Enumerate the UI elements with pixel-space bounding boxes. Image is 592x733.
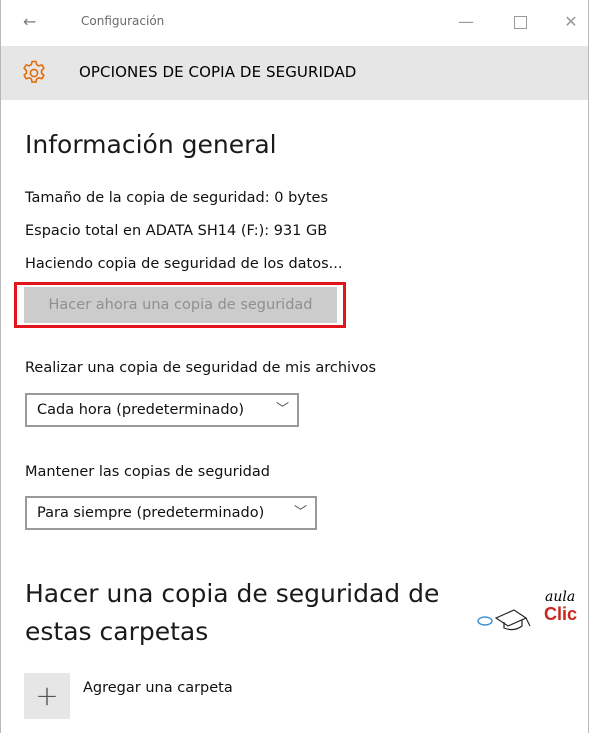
- chevron-down-icon: ﹀: [293, 505, 307, 520]
- backup-size-text: Tamaño de la copia de seguridad: 0 bytes: [25, 190, 329, 206]
- folders-heading: Hacer una copia de seguridad de estas ca…: [25, 579, 440, 646]
- window-title: Configuración: [81, 14, 165, 28]
- minimize-icon[interactable]: —: [456, 10, 476, 34]
- logo-text-aula: aula: [545, 589, 576, 605]
- frequency-dropdown[interactable]: Cada hora (predeterminado) ﹀: [25, 393, 299, 427]
- maximize-icon[interactable]: [510, 10, 530, 36]
- add-folder-button[interactable]: +: [24, 673, 70, 719]
- back-arrow-icon[interactable]: ←: [23, 12, 36, 32]
- gear-icon: [23, 60, 45, 83]
- close-icon[interactable]: ✕: [561, 10, 581, 34]
- title-bar: ← Configuración — ✕: [1, 0, 588, 46]
- page-header: OPCIONES DE COPIA DE SEGURIDAD: [1, 46, 588, 100]
- frequency-selected-value: Cada hora (predeterminado): [37, 402, 245, 418]
- add-folder-label[interactable]: Agregar una carpeta: [83, 680, 233, 696]
- chevron-down-icon: ﹀: [275, 402, 289, 417]
- total-space-text: Espacio total en ADATA SH14 (F:): 931 GB: [25, 223, 328, 239]
- logo-text-clic: Clic: [544, 604, 578, 624]
- page-title: OPCIONES DE COPIA DE SEGURIDAD: [79, 63, 357, 81]
- overview-heading: Información general: [25, 130, 277, 159]
- settings-window: ← Configuración — ✕ OPCIONES DE COPIA DE…: [0, 0, 589, 733]
- retention-label: Mantener las copias de seguridad: [25, 464, 270, 480]
- backup-status-text: Haciendo copia de seguridad de los datos…: [25, 256, 343, 272]
- backup-now-button[interactable]: Hacer ahora una copia de seguridad: [24, 287, 337, 323]
- retention-dropdown[interactable]: Para siempre (predeterminado) ﹀: [25, 496, 317, 530]
- retention-selected-value: Para siempre (predeterminado): [37, 505, 265, 521]
- maximize-box: [513, 16, 527, 29]
- frequency-label: Realizar una copia de seguridad de mis a…: [25, 360, 377, 376]
- plus-icon: +: [35, 679, 59, 712]
